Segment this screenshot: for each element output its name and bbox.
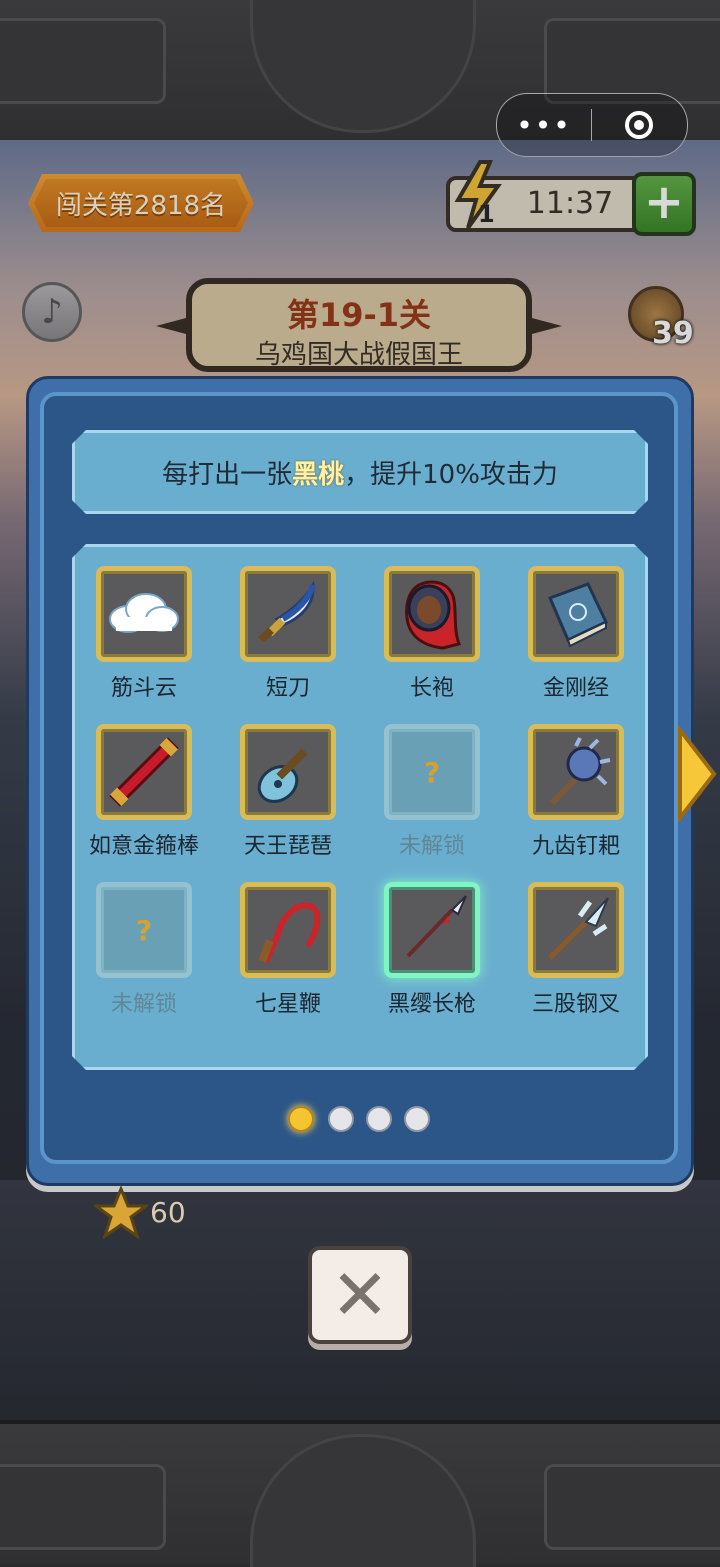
bottom-decor-band (0, 1420, 720, 1567)
top-center-emblem (250, 0, 476, 133)
trident-icon (548, 897, 609, 960)
equipment-label: 如意金箍棒 (88, 834, 199, 859)
question-icon: ? (135, 913, 153, 947)
tip-prefix: 每打出一张 (162, 459, 293, 490)
equipment-slot (240, 566, 336, 662)
equipment-item[interactable]: 九齿钉耙 (504, 724, 648, 874)
bottom-center-emblem (250, 1434, 476, 1567)
nine-tooth-rake-icon (549, 737, 611, 806)
pipa-lute-icon (257, 748, 308, 803)
equipment-item[interactable]: 长袍 (360, 566, 504, 716)
equipment-item[interactable]: 三股钢叉 (504, 882, 648, 1032)
equipment-item[interactable]: 短刀 (216, 566, 360, 716)
equipment-slot (384, 566, 480, 662)
equipment-label: 七星鞭 (254, 992, 321, 1017)
robe-icon (405, 580, 461, 650)
top-right-decor (544, 18, 720, 104)
next-page-arrow-icon[interactable] (676, 726, 718, 822)
equipment-slot (384, 882, 480, 978)
equipment-label: 黑缨长枪 (387, 992, 476, 1017)
equipment-item-locked[interactable]: ? 未解锁 (72, 882, 216, 1032)
target-icon (625, 111, 653, 139)
exit-miniprogram-button[interactable] (592, 111, 686, 139)
equipment-slot (240, 882, 336, 978)
bottom-right-decor (544, 1464, 720, 1550)
equipment-label: 短刀 (265, 676, 310, 701)
cloud-icon (109, 593, 179, 633)
saber-icon (258, 580, 316, 643)
equipment-item[interactable]: 筋斗云 (72, 566, 216, 716)
page-dot[interactable] (328, 1106, 354, 1132)
spear-icon (406, 895, 467, 958)
equipment-label: 天王琵琶 (243, 834, 332, 859)
whip-icon (258, 902, 321, 964)
equipment-slot (96, 724, 192, 820)
golden-staff-icon (109, 737, 179, 807)
top-left-decor (0, 18, 166, 104)
equipment-item[interactable]: 如意金箍棒 (72, 724, 216, 874)
equipment-slot: ? (96, 882, 192, 978)
tip-suffix: ，提升10%攻击力 (344, 459, 558, 490)
equipment-item-selected[interactable]: 黑缨长枪 (360, 882, 504, 1032)
equipment-label: 长袍 (409, 676, 454, 701)
equipment-label: 金刚经 (542, 676, 609, 701)
equipment-label: 九齿钉耙 (531, 834, 620, 859)
equipment-slot (96, 566, 192, 662)
star-count: 60 (150, 1196, 186, 1229)
equipment-item[interactable]: 金刚经 (504, 566, 648, 716)
scripture-book-icon (547, 582, 608, 648)
page-dot-active[interactable] (288, 1106, 314, 1132)
star-icon (94, 1186, 148, 1240)
equipment-slot (528, 724, 624, 820)
equipment-slot (528, 882, 624, 978)
equipment-item[interactable]: 七星鞭 (216, 882, 360, 1032)
effect-description: 每打出一张 黑桃 ，提升10%攻击力 (72, 430, 648, 514)
equipment-slot: ? (384, 724, 480, 820)
equipment-label: 未解锁 (110, 992, 177, 1017)
equipment-label: 未解锁 (398, 834, 465, 859)
tip-highlight: 黑桃 (292, 459, 345, 490)
page-dot[interactable] (404, 1106, 430, 1132)
equipment-label: 筋斗云 (110, 676, 177, 701)
question-icon: ? (423, 755, 441, 789)
page-indicator (288, 1106, 438, 1136)
more-menu-button[interactable]: ••• (497, 109, 591, 142)
close-button[interactable]: ✕ (308, 1246, 412, 1344)
bottom-left-decor (0, 1464, 166, 1550)
equipment-item[interactable]: 天王琵琶 (216, 724, 360, 874)
equipment-slot (528, 566, 624, 662)
equipment-slot (240, 724, 336, 820)
equipment-item-locked[interactable]: ? 未解锁 (360, 724, 504, 874)
equipment-label: 三股钢叉 (531, 992, 620, 1017)
page-dot[interactable] (366, 1106, 392, 1132)
